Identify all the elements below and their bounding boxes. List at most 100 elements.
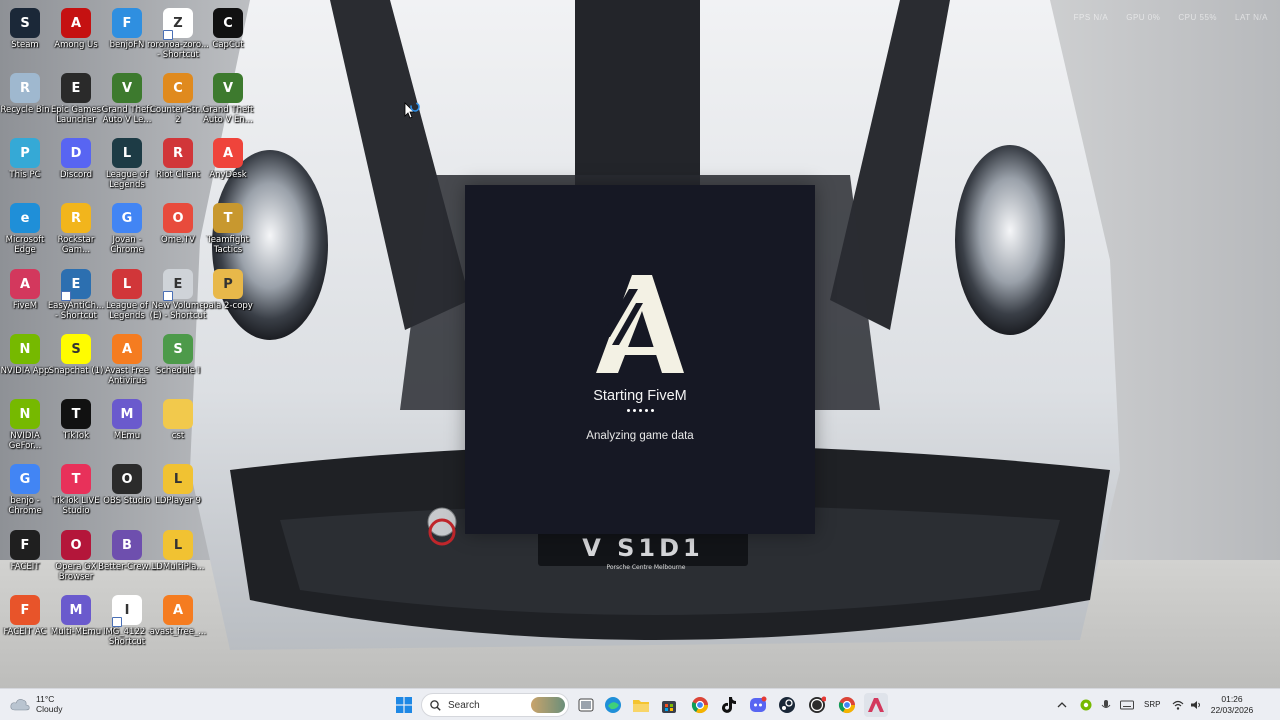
desktop-icon-label: LDMultiPla...: [151, 562, 205, 572]
desktop-icon-label: CapCut: [212, 40, 244, 50]
benjo-chrome-icon: G: [10, 464, 40, 494]
taskbar: 11°C Cloudy Search SRP 01:26 22/03/2026: [0, 688, 1280, 720]
desktop-icon-schedule-i[interactable]: S Schedule I: [147, 329, 209, 391]
splash-status: Analyzing game data: [586, 430, 694, 442]
task-view-icon: [578, 698, 594, 712]
loading-dots: [465, 409, 815, 412]
search-icon: [430, 699, 441, 711]
desktop-icon-label: Schedule I: [155, 366, 201, 376]
benjofn-icon: F: [112, 8, 142, 38]
search-highlight-image: [531, 697, 565, 713]
desktop-icon-ldmultipla[interactable]: L LDMultiPla...: [147, 525, 209, 587]
taskbar-chrome[interactable]: [688, 693, 712, 717]
weather-widget[interactable]: 11°C Cloudy: [10, 694, 62, 714]
system-tray-network[interactable]: [1172, 689, 1202, 720]
taskbar-tiktok[interactable]: [717, 693, 741, 717]
obs-icon: [809, 696, 826, 713]
system-tray: [1056, 689, 1134, 720]
taskbar-steam[interactable]: [775, 693, 799, 717]
store-icon: [662, 701, 676, 713]
desktop-icon-capcut[interactable]: C CapCut: [197, 3, 259, 65]
task-view-button[interactable]: [574, 693, 598, 717]
taskbar-discord[interactable]: [746, 693, 770, 717]
chevron-up-icon[interactable]: [1056, 700, 1068, 710]
file-explorer-icon: [633, 700, 649, 712]
fivem-splash-window: Starting FiveM Analyzing game data: [465, 185, 815, 534]
multi-memu-icon: M: [61, 595, 91, 625]
epic-games-launcher-icon: E: [61, 73, 91, 103]
jovan-chrome-icon: G: [112, 203, 142, 233]
ome-tv-icon: O: [163, 203, 193, 233]
svg-text:Porsche Centre Melbourne: Porsche Centre Melbourne: [606, 564, 685, 571]
opera-gx-browser-icon: O: [61, 530, 91, 560]
avast-free-icon: A: [163, 595, 193, 625]
league-of-legends-icon: L: [112, 138, 142, 168]
desktop-icon-pala-2-copy[interactable]: Ppala 2-copy: [197, 264, 259, 326]
desktop-icon-teamfight-tactics[interactable]: T Teamfight Tactics: [197, 198, 259, 260]
wifi-icon: [1172, 700, 1184, 710]
latency-readout: LAT N/A: [1235, 13, 1268, 22]
taskbar-clock[interactable]: 01:26 22/03/2026: [1208, 694, 1256, 716]
desktop-icon-ldplayer-9[interactable]: L LDPlayer 9: [147, 459, 209, 521]
faceit-ac-icon: F: [10, 595, 40, 625]
busy-cursor-icon: [404, 102, 422, 127]
ldplayer-9-icon: L: [163, 464, 193, 494]
ldmultipla-icon: L: [163, 530, 193, 560]
taskbar-obs[interactable]: [805, 693, 829, 717]
desktop-icon-label: avast_free_...: [149, 627, 207, 637]
pala-2-copy-icon: P: [213, 269, 243, 299]
fivem-icon: A: [10, 269, 40, 299]
taskbar-fivem[interactable]: [864, 693, 888, 717]
start-button[interactable]: [392, 693, 416, 717]
taskbar-edge[interactable]: [601, 693, 625, 717]
fivem-logo-icon: [596, 273, 684, 380]
weather-temp: 11°C: [36, 694, 55, 704]
windows-icon: [396, 697, 412, 713]
desktop-icon-label: cst: [171, 431, 185, 441]
splash-title: Starting FiveM: [593, 388, 687, 404]
memu-icon: M: [112, 399, 142, 429]
tiktok-icon: [722, 697, 736, 713]
discord-icon: D: [61, 138, 91, 168]
language-indicator[interactable]: SRP: [1144, 700, 1160, 709]
chrome-icon: [691, 697, 709, 714]
desktop-icon-anydesk[interactable]: A AnyDesk: [197, 133, 259, 195]
cst-icon: [163, 399, 193, 429]
schedule-i-icon: S: [163, 334, 193, 364]
clock-date: 22/03/2026: [1210, 705, 1254, 715]
performance-overlay: FPS N/A GPU 0% CPU 55% LAT N/A: [1074, 13, 1268, 22]
desktop-icon-label: LDPlayer 9: [155, 496, 201, 506]
chrome-icon: [838, 697, 856, 714]
riot-client-icon: R: [163, 138, 193, 168]
easyantich-shortcut-icon: E: [61, 269, 91, 299]
grand-theft-auto-v-en-icon: V: [213, 73, 243, 103]
obs-studio-icon: O: [112, 464, 142, 494]
desktop-icon-grid: S Steam A Among Us FbenjoFN Zroronoa-zoro... …: [0, 0, 260, 688]
desktop-icon-label: Grand Theft Auto V En...: [202, 105, 254, 125]
nvidia-icon[interactable]: [1080, 699, 1092, 711]
steam-icon: [779, 697, 795, 713]
roronoa-zoro-shortcut-icon: Z: [163, 8, 193, 38]
weather-desc: Cloudy: [36, 704, 63, 714]
tiktok-icon: T: [61, 399, 91, 429]
cloud-icon: [10, 699, 30, 711]
taskbar-chrome-2[interactable]: [835, 693, 859, 717]
better-crew-icon: B: [112, 530, 142, 560]
mic-icon[interactable]: [1100, 699, 1112, 711]
anydesk-icon: A: [213, 138, 243, 168]
keyboard-icon[interactable]: [1120, 700, 1134, 710]
taskbar-file-explorer[interactable]: [629, 693, 653, 717]
recycle-bin-icon: R: [10, 73, 40, 103]
taskbar-store[interactable]: [657, 693, 681, 717]
cpu-readout: CPU 55%: [1178, 13, 1217, 22]
counter-str-2-icon: C: [163, 73, 193, 103]
this-pc-icon: P: [10, 138, 40, 168]
img-4122-shortcut-icon: I: [112, 595, 142, 625]
desktop-icon-grand-theft-auto-v-en[interactable]: V Grand Theft Auto V En...: [197, 68, 259, 130]
microsoft-edge-icon: e: [10, 203, 40, 233]
taskbar-search-box[interactable]: Search: [421, 693, 569, 717]
desktop-icon-avast-free[interactable]: Aavast_free_...: [147, 590, 209, 652]
search-label: Search: [448, 699, 480, 711]
snapchat-1-icon: S: [61, 334, 91, 364]
desktop-icon-cst[interactable]: cst: [147, 394, 209, 456]
